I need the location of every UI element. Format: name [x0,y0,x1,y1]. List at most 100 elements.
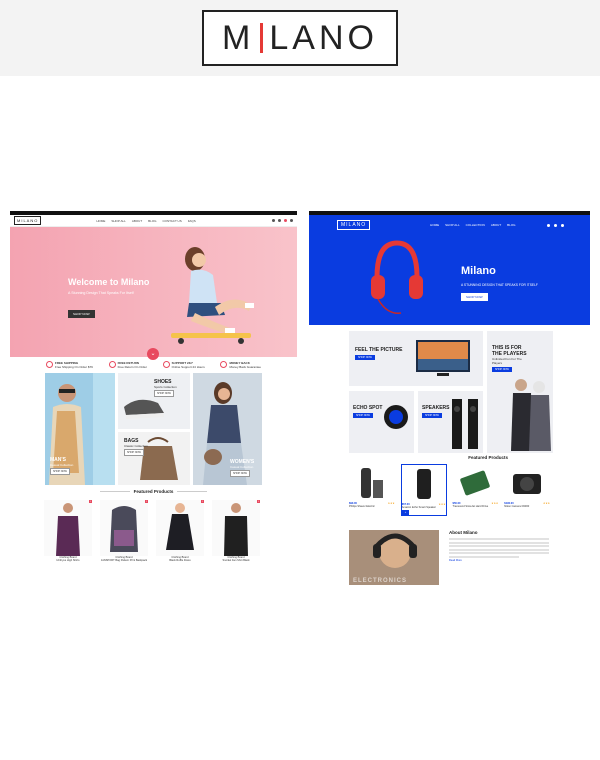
banner-subtitle: Sports Collection [154,385,177,389]
rating-stars: ★★★ [491,502,499,505]
banner-shop-button[interactable]: SHOP NOW [124,449,144,456]
fashion-menu: HOME SHOP ALL ABOUT BLOG CONTACT US FAQS [96,219,195,223]
product-name[interactable]: Philips Shaver Electric [349,505,395,508]
hero-shop-button[interactable]: SHOP NOW [68,310,95,318]
user-icon[interactable] [278,219,281,222]
fashion-hero: Welcome to Milano A Stunning Design That… [10,227,297,360]
menu-item[interactable]: COLLECTION [466,223,485,227]
banner-speakers[interactable]: SPEAKERS SHOP NOW [418,391,483,453]
product-image[interactable] [349,464,395,502]
product-image[interactable] [453,464,499,502]
fashion-theme-preview: MILANO HOME SHOP ALL ABOUT BLOG CONTACT … [10,211,297,586]
menu-item[interactable]: SHOP ALL [111,219,125,223]
banner-players[interactable]: THIS IS FOR THE PLAYERS Unlimited Fun Fo… [487,331,553,453]
menu-item[interactable]: HOME [430,223,439,227]
sale-badge: • [201,500,204,503]
product-name[interactable]: JANSPORT Bag Pattern Print Backpack [100,559,148,562]
banner-title: SPEAKERS [422,405,450,411]
add-to-cart-button[interactable]: + [401,510,410,515]
wishlist-icon[interactable] [284,219,287,222]
menu-item[interactable]: ABOUT [491,223,501,227]
product-name[interactable]: Snorkel Fan Shirt Black [212,559,260,562]
sale-badge: • [145,500,148,503]
product-name[interactable]: Amazon Echo Smart Speaker [402,506,446,509]
product-card[interactable]: $190.00 ★★★ Nikon Camera D3300 [504,464,550,516]
about-image-text: ELECTRONICS [353,578,408,584]
banner-shop-button[interactable]: SHOP NOW [50,468,70,475]
banner-subtitle: Casual Collection [50,463,74,467]
product-name[interactable]: Transcend StoreJet Hard Drive [453,505,499,508]
electronics-hero: Milano A STUNNING DESIGN THAT SPEAKS FOR… [309,235,590,325]
about-section: ELECTRONICS About Milano Read More [349,530,550,586]
product-image[interactable] [504,464,550,502]
electronics-product-grid: $90.00 ★★★ Philips Shaver Electric $67.0… [349,464,550,516]
product-image[interactable]: • [100,500,148,556]
cart-icon[interactable] [290,219,293,222]
menu-item[interactable]: BLOG [148,219,156,223]
banner-shop-button[interactable]: SHOP NOW [353,413,373,418]
banner-bags[interactable]: BAGS Classic Collection SHOP NOW [118,432,190,485]
return-icon [108,361,116,368]
menu-item[interactable]: HOME [96,219,105,223]
product-image[interactable]: • [212,500,260,556]
banner-shop-button[interactable]: SHOP NOW [422,413,442,418]
product-card[interactable]: • Clothing Brand Ichthyus High Shirts [44,500,92,562]
hero-title: Milano [461,265,496,277]
menu-item[interactable]: ABOUT [132,219,142,223]
electronics-logo[interactable]: MILANO [337,220,371,230]
banner-shop-button[interactable]: SHOP NOW [355,355,375,360]
text-line [449,555,519,558]
banner-echo[interactable]: ECHO SPOT SHOP NOW [349,391,414,453]
banner-man[interactable]: MAN'S Casual Collection SHOP NOW [45,373,115,485]
product-card[interactable]: $50.00 ★★★ Transcend StoreJet Hard Drive [453,464,499,516]
banner-shoes[interactable]: SHOES Sports Collection SHOP NOW [118,373,190,429]
menu-item[interactable]: FAQS [188,219,196,223]
product-image[interactable]: • [156,500,204,556]
text-line [449,538,549,540]
cart-icon[interactable] [561,223,564,227]
product-name[interactable]: Ichthyus High Shirts [44,559,92,562]
feature-text: Free Return On Order [117,365,147,369]
banner-shop-button[interactable]: SHOP NOW [492,367,512,372]
search-icon[interactable] [547,223,550,227]
featured-title: Featured Products [133,489,174,494]
menu-item[interactable]: CONTACT US [163,219,182,223]
menu-item[interactable]: SHOP ALL [445,223,459,227]
read-more-link[interactable]: Read More [449,559,462,562]
echo-spot-image [384,405,408,429]
banner-shop-button[interactable]: SHOP NOW [230,470,250,477]
product-image[interactable]: • [44,500,92,556]
product-card[interactable]: • Clothing Brand Snorkel Fan Shirt Black [212,500,260,562]
product-name[interactable]: Nikon Camera D3300 [504,505,550,508]
logo-left: M [222,18,255,57]
product-card[interactable]: • Clothing Brand JANSPORT Bag Pattern Pr… [100,500,148,562]
feature-item: SUPPORT 24/7 Online Support 24 Hours [162,361,205,373]
scroll-down-icon[interactable]: ⌄ [147,348,159,360]
fashion-nav: MILANO HOME SHOP ALL ABOUT BLOG CONTACT … [10,215,297,227]
menu-item[interactable]: BLOG [507,223,515,227]
search-icon[interactable] [272,219,275,222]
about-image: ELECTRONICS [349,530,439,585]
electronics-banners: FEEL THE PICTURE SHOP NOW THIS IS FOR TH… [349,331,553,453]
fashion-logo[interactable]: MILANO [14,216,42,225]
hero-subtitle: A STUNNING DESIGN THAT SPEAKS FOR ITSELF [461,283,538,287]
money-icon [220,361,228,368]
electronics-theme-preview: MILANO HOME SHOP ALL COLLECTION ABOUT BL… [309,211,590,586]
product-image[interactable] [402,465,446,503]
hero-shop-button[interactable]: SHOP NOW [461,293,488,301]
product-card[interactable]: $90.00 ★★★ Philips Shaver Electric [349,464,395,516]
electronics-nav: MILANO HOME SHOP ALL COLLECTION ABOUT BL… [309,215,590,235]
sale-badge: • [257,500,260,503]
banner-tv[interactable]: FEEL THE PICTURE SHOP NOW [349,331,483,386]
featured-title: Featured Products [468,455,508,460]
speakers-image [452,399,478,449]
banner-shop-button[interactable]: SHOP NOW [154,390,174,397]
gamers-image [511,379,551,451]
divider [177,491,208,493]
product-card[interactable]: • Clothing Brand Black Ruffle Dress [156,500,204,562]
product-card[interactable]: $67.00 ★★★ Amazon Echo Smart Speaker + [400,464,447,516]
banner-women[interactable]: WOMEN'S Casual Collection SHOP NOW [193,373,262,485]
about-text: About Milano Read More [449,530,549,562]
product-name[interactable]: Black Ruffle Dress [156,559,204,562]
user-icon[interactable] [554,223,557,227]
